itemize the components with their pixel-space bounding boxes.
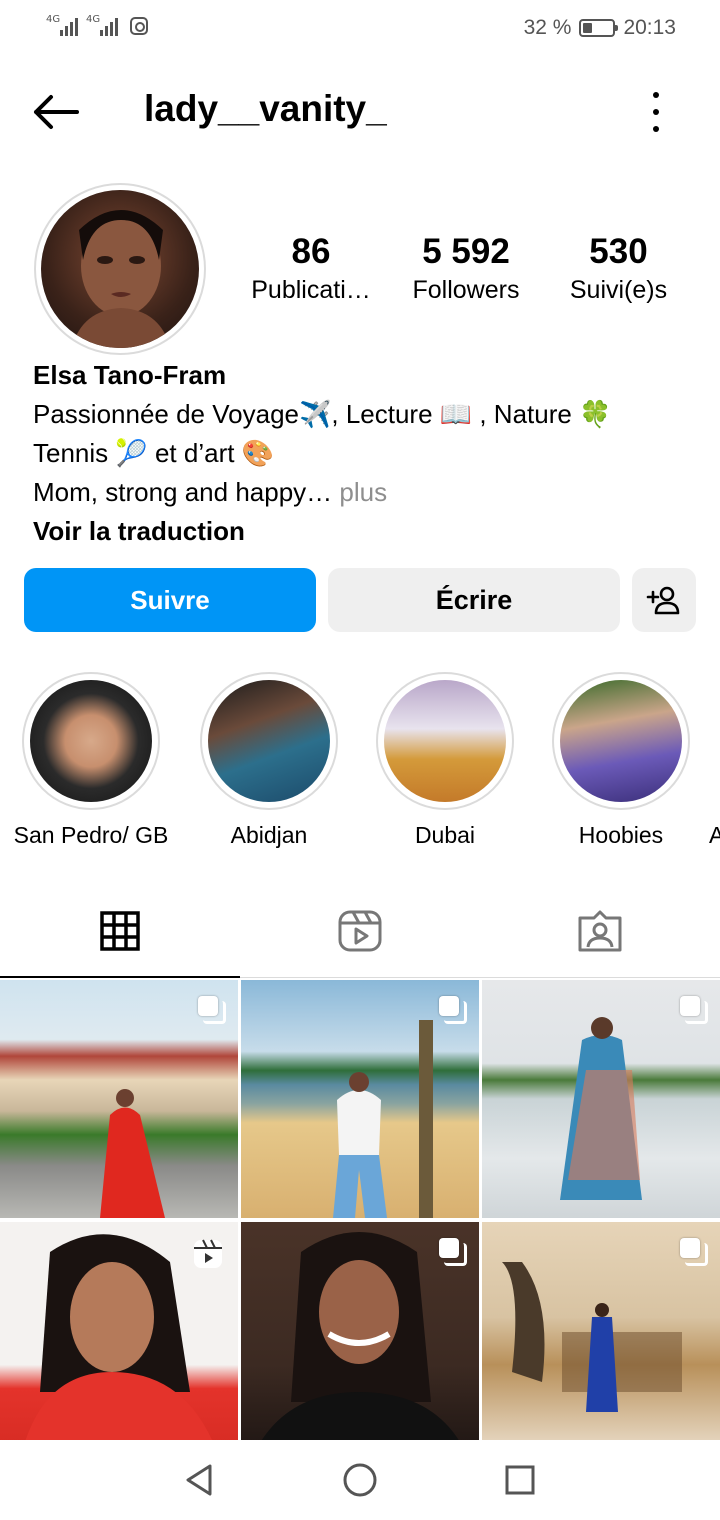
profile-photo [41, 190, 199, 348]
post-thumbnail[interactable] [0, 1222, 238, 1460]
highlight-partial[interactable]: A [709, 672, 720, 849]
add-person-icon [646, 586, 680, 615]
message-button[interactable]: Écrire [328, 568, 620, 632]
battery-icon [579, 19, 619, 37]
instagram-notification-icon [130, 17, 148, 35]
carousel-icon [439, 1238, 467, 1266]
stat-followers[interactable]: 5 592 Followers [386, 232, 546, 305]
highlight-cover [560, 680, 682, 802]
stat-following[interactable]: 530 Suivi(e)s [546, 232, 691, 305]
home-circle-icon[interactable] [340, 1460, 380, 1500]
status-left: 4G 4G [46, 14, 148, 36]
profile-tabs [0, 884, 720, 978]
carousel-icon [439, 996, 467, 1024]
bio-line-1: Passionnée de Voyage✈️, Lecture 📖 , Natu… [33, 399, 612, 429]
status-bar: 4G 4G 32 % 20:13 [0, 0, 720, 56]
carousel-icon [680, 1238, 708, 1266]
follow-button[interactable]: Suivre [24, 568, 316, 632]
profile-header: lady__vanity_ [0, 80, 720, 144]
recents-square-icon[interactable] [500, 1460, 540, 1500]
stat-followers-label: Followers [412, 276, 520, 304]
highlight-ring [376, 672, 514, 810]
avatar[interactable] [34, 183, 206, 355]
highlight-ring [22, 672, 160, 810]
stat-following-label: Suivi(e)s [569, 276, 668, 304]
stat-posts[interactable]: 86 Publicati… [236, 232, 386, 305]
battery-percent: 32 % [523, 16, 572, 39]
carousel-icon [198, 996, 226, 1024]
battery-fill [583, 23, 593, 33]
status-right: 32 % 20:13 [524, 16, 676, 40]
carousel-icon [680, 996, 708, 1024]
highlight-cover [30, 680, 152, 802]
highlight-dubai[interactable]: Dubai [357, 672, 533, 849]
signal-icon-2: 4G [86, 14, 118, 36]
post-grid [0, 980, 720, 1460]
bio-more-link[interactable]: plus [332, 477, 387, 507]
stat-followers-value: 5 592 [422, 232, 510, 271]
grid-icon [100, 910, 140, 951]
tab-tagged[interactable] [480, 884, 720, 977]
post-thumbnail[interactable] [482, 980, 720, 1218]
highlight-label: San Pedro/ GB [13, 822, 169, 848]
back-triangle-icon[interactable] [180, 1460, 220, 1500]
bio-line-2: Tennis 🎾 et d’art 🎨 [33, 438, 275, 468]
network-type-1: 4G [46, 14, 61, 25]
translate-link[interactable]: Voir la traduction [33, 512, 611, 551]
bio-line-3: Mom, strong and happy… [33, 477, 333, 507]
system-navigation-bar [0, 1440, 720, 1520]
post-thumbnail[interactable] [482, 1222, 720, 1460]
highlight-hoobies[interactable]: Hoobies [533, 672, 709, 849]
reel-icon [192, 1238, 224, 1275]
highlight-label: Abidjan [230, 822, 308, 848]
stat-following-value: 530 [589, 232, 648, 271]
reels-icon [338, 910, 382, 951]
tagged-icon [578, 910, 622, 951]
story-highlights: San Pedro/ GB Abidjan Dubai Hoobies A [0, 672, 720, 852]
profile-bio: Elsa Tano-Fram Passionnée de Voyage✈️, L… [33, 356, 611, 551]
highlight-san-pedro[interactable]: San Pedro/ GB [3, 672, 179, 849]
post-thumbnail[interactable] [0, 980, 238, 1218]
highlight-label: A [709, 822, 720, 848]
highlight-abidjan[interactable]: Abidjan [181, 672, 357, 849]
highlight-ring [200, 672, 338, 810]
bio-line-3-wrap: Mom, strong and happy… plus [33, 473, 611, 512]
network-type-2: 4G [86, 14, 101, 25]
stat-posts-label: Publicati… [251, 276, 371, 304]
post-thumbnail[interactable] [241, 980, 479, 1218]
highlight-cover [384, 680, 506, 802]
display-name: Elsa Tano-Fram [33, 360, 227, 390]
arrow-left-icon[interactable] [32, 94, 80, 130]
clock: 20:13 [623, 16, 676, 39]
highlight-ring [552, 672, 690, 810]
post-thumbnail[interactable] [241, 1222, 479, 1460]
stat-posts-value: 86 [291, 232, 331, 271]
tab-posts[interactable] [0, 884, 240, 978]
tab-reels[interactable] [240, 884, 480, 977]
signal-icon: 4G [46, 14, 78, 36]
add-person-button[interactable] [632, 568, 696, 632]
highlight-label: Hoobies [578, 822, 664, 848]
highlight-cover [208, 680, 330, 802]
more-vertical-icon[interactable] [644, 92, 668, 132]
profile-stats: 86 Publicati… 5 592 Followers 530 Suivi(… [236, 232, 696, 305]
page-title: lady__vanity_ [144, 88, 387, 129]
highlight-label: Dubai [414, 822, 476, 848]
